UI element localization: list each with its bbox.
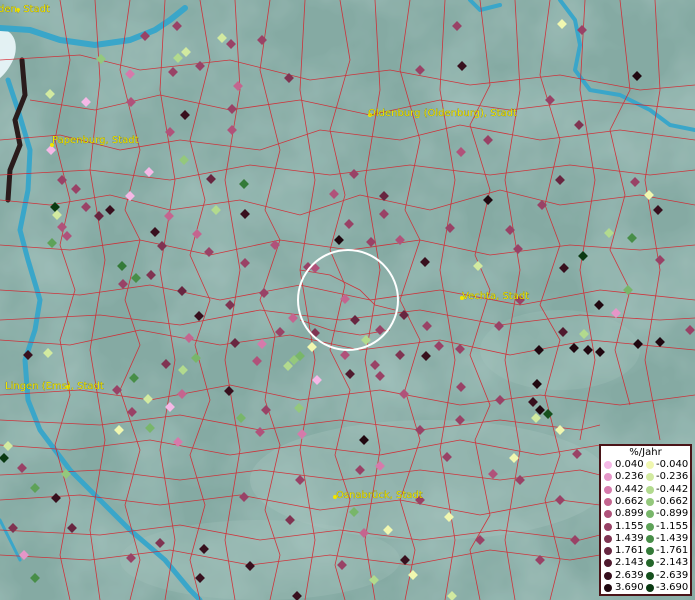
legend-swatch-positive — [604, 510, 612, 519]
legend-swatch-positive — [604, 522, 612, 531]
legend-value-positive: 0.236 — [615, 471, 644, 483]
legend-value-positive: 0.899 — [615, 508, 644, 520]
legend-value-positive: 1.155 — [615, 520, 644, 532]
legend-value-positive: 3.690 — [615, 582, 644, 593]
legend-row: 2.639 -2.639 — [601, 569, 690, 582]
legend-swatch-negative — [646, 522, 654, 531]
legend-value-positive: 0.442 — [615, 483, 644, 495]
legend-value-negative: -2.639 — [656, 569, 689, 581]
legend-swatch-negative — [646, 534, 654, 543]
legend-swatch-positive — [604, 473, 612, 482]
city-label-emden: den, Stadt — [0, 4, 50, 15]
legend-row: 3.690 -3.690 — [601, 582, 690, 594]
legend-value-negative: -1.761 — [656, 545, 689, 557]
legend-value-positive: 0.040 — [615, 459, 644, 470]
city-label-lingen: Lingen (Ems), Stadt — [5, 381, 104, 392]
legend-title: %/Jahr — [629, 447, 662, 458]
legend-swatch-positive — [604, 497, 612, 506]
legend-value-positive: 0.662 — [615, 495, 644, 507]
legend-value-negative: -1.439 — [656, 532, 689, 544]
legend-swatch-negative — [646, 510, 654, 519]
legend-row: 0.899 -0.899 — [601, 508, 690, 520]
legend-row: 2.143 -2.143 — [601, 557, 690, 569]
legend-row: 1.155 -1.155 — [601, 520, 690, 533]
legend-row: 1.439 -1.439 — [601, 532, 690, 545]
legend-value-negative: -1.155 — [656, 520, 689, 532]
legend-value-negative: -2.143 — [656, 557, 689, 569]
legend-row: 1.761 -1.761 — [601, 545, 690, 557]
legend-swatch-positive — [604, 584, 612, 592]
legend-value-negative: -0.442 — [656, 483, 689, 495]
legend-swatch-negative — [646, 473, 654, 482]
legend-swatch-negative — [646, 547, 654, 556]
city-label-osnabrueck: Osnabrück, Stadt — [336, 490, 423, 501]
legend-swatch-negative — [646, 571, 654, 580]
legend-swatch-positive — [604, 559, 612, 568]
legend-swatch-positive — [604, 534, 612, 543]
legend-swatch-negative — [646, 461, 654, 469]
legend-swatch-negative — [646, 497, 654, 506]
legend-row: 0.442 -0.442 — [601, 483, 690, 496]
legend-row: 0.662 -0.662 — [601, 495, 690, 508]
legend-value-negative: -0.040 — [656, 459, 689, 470]
legend-swatch-positive — [604, 485, 612, 494]
legend-row: 0.040 -0.040 — [601, 459, 690, 471]
legend-swatch-positive — [604, 461, 612, 469]
city-label-papenburg: Papenburg, Stadt — [52, 135, 139, 146]
legend-value-positive: 2.639 — [615, 569, 644, 581]
legend-value-positive: 1.761 — [615, 545, 644, 557]
map-canvas[interactable]: Papenburg, Stadt Oldenburg (Oldenburg), … — [0, 0, 695, 600]
city-label-vechta: Vechta, Stadt — [462, 291, 529, 302]
legend-swatch-negative — [646, 485, 654, 494]
legend: %/Jahr 0.040 -0.040 0.236 -0.236 0.442 -0.442… — [599, 444, 692, 596]
legend-value-negative: -0.662 — [656, 495, 689, 507]
legend-value-negative: -0.236 — [656, 471, 689, 483]
legend-swatch-positive — [604, 571, 612, 580]
legend-swatch-positive — [604, 547, 612, 556]
legend-value-positive: 2.143 — [615, 557, 644, 569]
legend-value-positive: 1.439 — [615, 532, 644, 544]
legend-swatch-negative — [646, 584, 654, 592]
city-label-oldenburg: Oldenburg (Oldenburg), Stadt — [368, 108, 517, 119]
legend-row: 0.236 -0.236 — [601, 471, 690, 483]
legend-swatch-negative — [646, 559, 654, 568]
legend-value-negative: -0.899 — [656, 508, 689, 520]
legend-value-negative: -3.690 — [656, 582, 689, 593]
